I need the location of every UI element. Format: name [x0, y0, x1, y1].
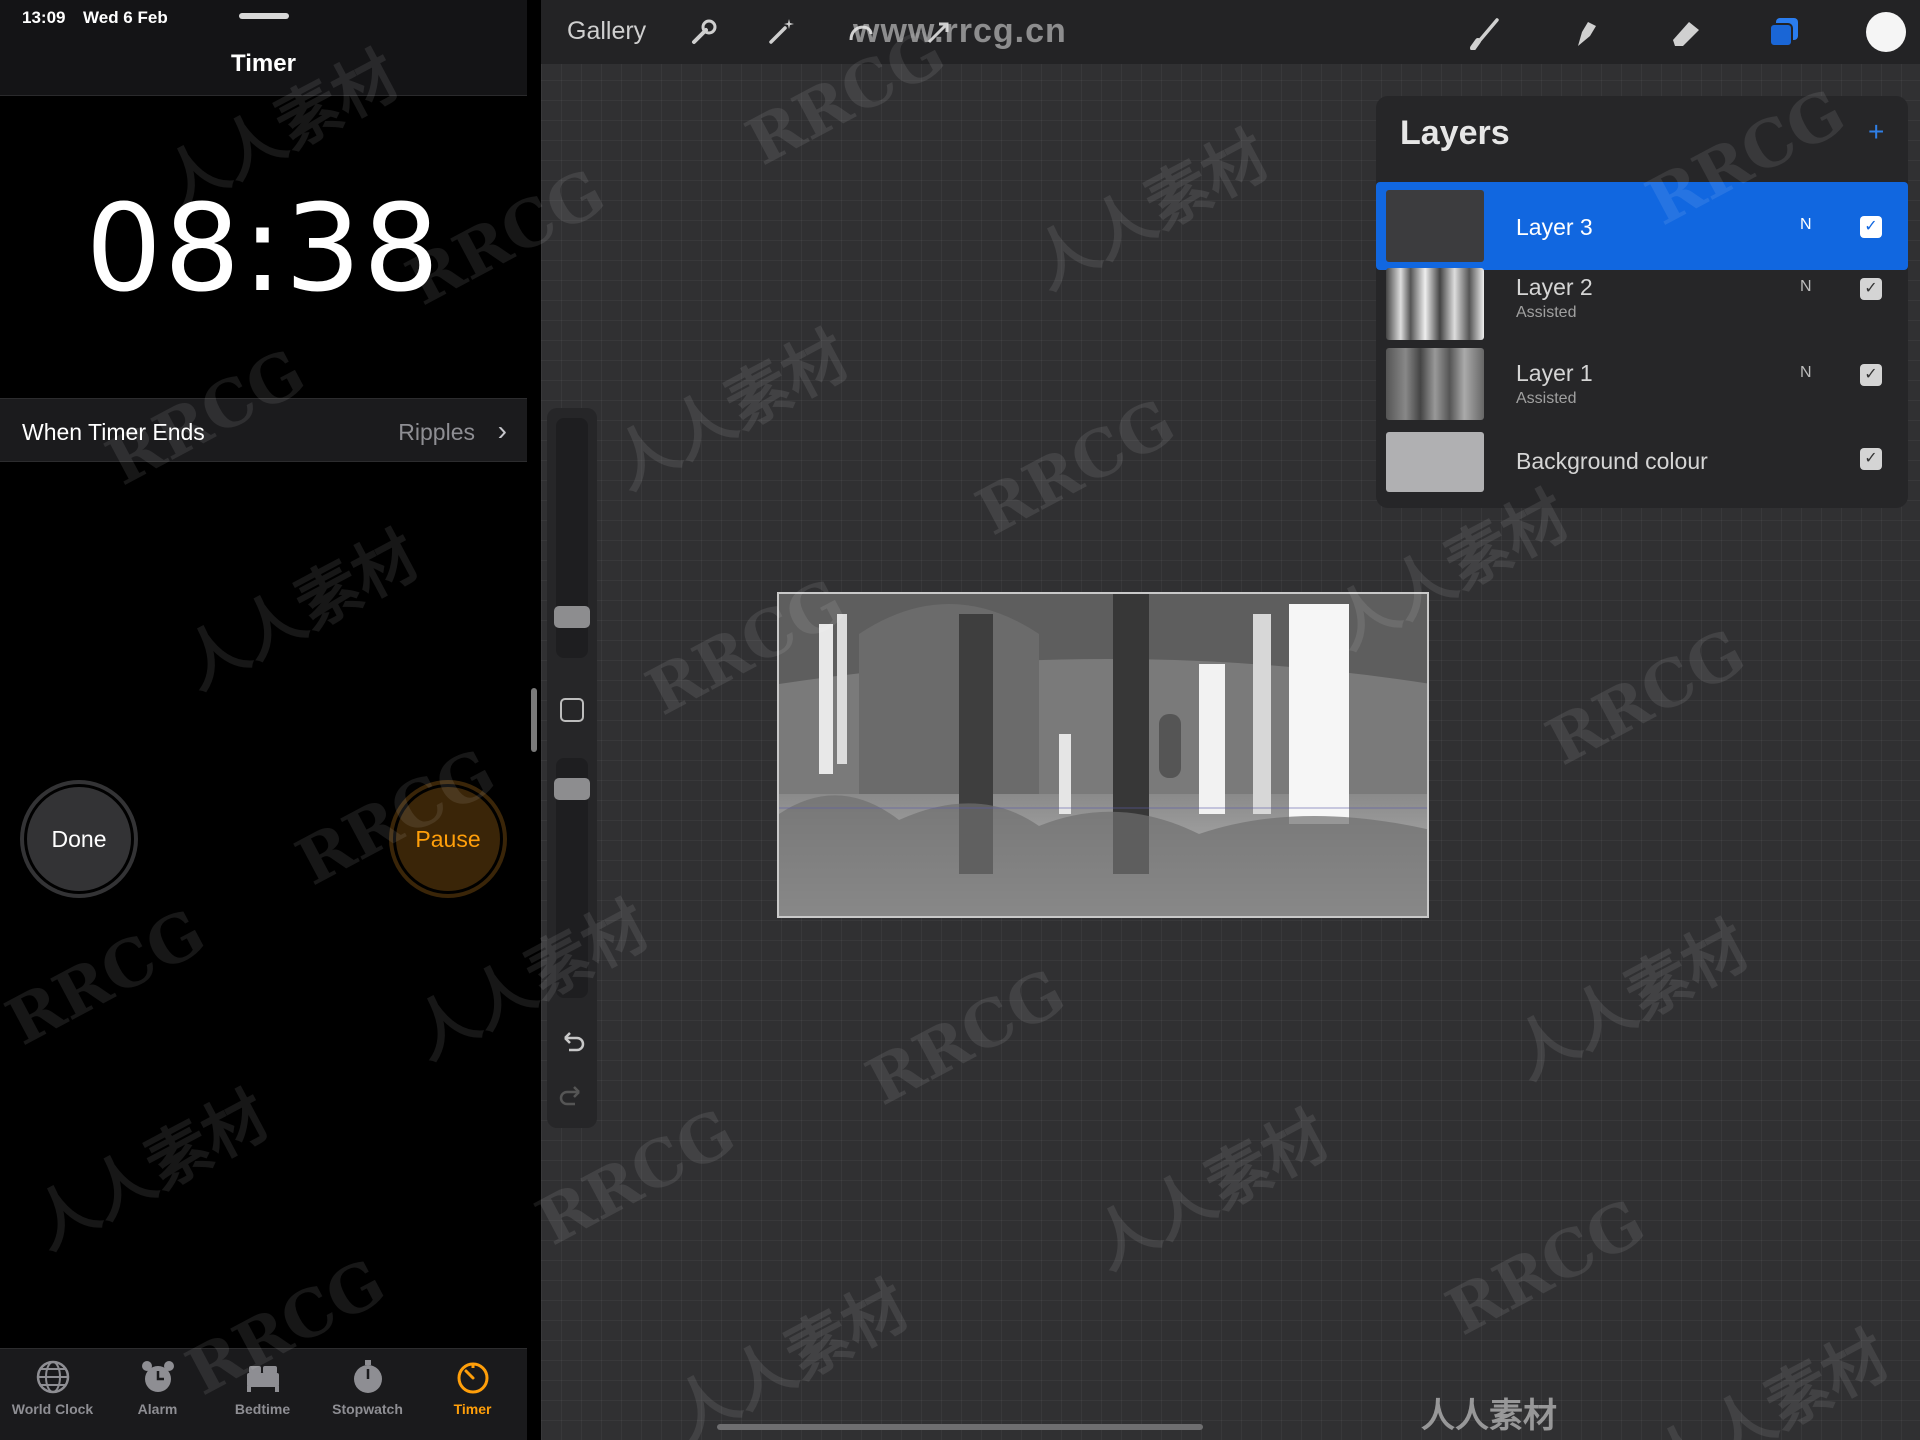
- page-title: Timer: [231, 50, 296, 77]
- brush-icon[interactable]: [1469, 14, 1505, 50]
- layer-name: Layer 2: [1516, 274, 1593, 300]
- tab-world-clock[interactable]: World Clock: [0, 1357, 105, 1417]
- modify-button[interactable]: [560, 698, 584, 722]
- opacity-handle[interactable]: [554, 778, 590, 800]
- magic-wand-icon[interactable]: [763, 14, 799, 50]
- globe-icon: [36, 1360, 69, 1394]
- layer-name: Background colour: [1516, 448, 1708, 474]
- brush-size-slider[interactable]: [554, 418, 590, 658]
- website-watermark: www.rrcg.cn: [853, 12, 1067, 50]
- split-view-handle[interactable]: [531, 688, 537, 752]
- chevron-right-icon: ›: [497, 415, 507, 446]
- countdown-display: 08:38: [85, 180, 442, 319]
- top-toolbar: Gallery www.rrcg.cn: [541, 0, 1920, 64]
- tab-bar: World Clock Alarm Bedtime Stopwatch Time…: [0, 1348, 527, 1440]
- redo-icon[interactable]: [557, 1080, 587, 1110]
- tab-timer[interactable]: Timer: [420, 1357, 525, 1417]
- alarm-clock-icon: [141, 1361, 174, 1392]
- layer-name: Layer 1: [1516, 360, 1593, 386]
- layer-visibility-checkbox[interactable]: ✓: [1860, 278, 1882, 300]
- home-indicator: [717, 1424, 1203, 1430]
- color-swatch[interactable]: [1866, 12, 1906, 52]
- layers-icon[interactable]: [1766, 14, 1802, 50]
- multitasking-grabber[interactable]: [239, 13, 289, 19]
- tab-stopwatch[interactable]: Stopwatch: [315, 1357, 420, 1417]
- smudge-icon[interactable]: [1568, 14, 1604, 50]
- layer-blend-mode[interactable]: N: [1800, 364, 1812, 382]
- layer-thumbnail: [1386, 432, 1484, 492]
- done-button-label: Done: [51, 825, 107, 852]
- add-layer-button[interactable]: +: [1868, 116, 1884, 148]
- layer-blend-mode[interactable]: N: [1800, 278, 1812, 296]
- tab-label: Alarm: [137, 1401, 178, 1417]
- undo-icon[interactable]: [557, 1026, 587, 1056]
- stopwatch-icon: [353, 1360, 382, 1393]
- bed-icon: [246, 1366, 279, 1392]
- layer-subtitle: Assisted: [1516, 304, 1577, 321]
- status-time: 13:09: [22, 8, 66, 27]
- procreate-app: Gallery www.rrcg.cn Layers + Layer 3 N ✓…: [541, 0, 1920, 1440]
- layer-row-layer-1[interactable]: Layer 1 Assisted N ✓: [1376, 340, 1908, 428]
- brush-size-handle[interactable]: [554, 606, 590, 628]
- gallery-button[interactable]: Gallery: [567, 17, 646, 46]
- pause-button[interactable]: Pause: [389, 780, 507, 898]
- wrench-icon[interactable]: [686, 14, 722, 50]
- layer-thumbnail: [1386, 190, 1484, 262]
- layer-blend-mode[interactable]: N: [1800, 216, 1812, 234]
- clock-app: 13:09 Wed 6 Feb Timer 08:38 When Timer E…: [0, 0, 527, 1440]
- layers-title: Layers: [1400, 114, 1510, 152]
- bottom-watermark: 人人素材: [1421, 1397, 1557, 1435]
- layer-visibility-checkbox[interactable]: ✓: [1860, 364, 1882, 386]
- layer-thumbnail: [1386, 268, 1484, 340]
- layers-panel: Layers + Layer 3 N ✓ Layer 2 Assisted N …: [1376, 96, 1908, 508]
- eraser-icon[interactable]: [1667, 14, 1703, 50]
- pause-button-label: Pause: [415, 825, 481, 852]
- when-timer-ends-value: Ripples: [398, 419, 475, 445]
- layer-thumbnail: [1386, 348, 1484, 420]
- tab-label: Stopwatch: [332, 1401, 403, 1417]
- tab-label: World Clock: [11, 1401, 94, 1417]
- layer-visibility-checkbox[interactable]: ✓: [1860, 448, 1882, 470]
- layer-visibility-checkbox[interactable]: ✓: [1860, 216, 1882, 238]
- drawing-canvas[interactable]: [777, 592, 1429, 918]
- when-timer-ends-row[interactable]: When Timer Ends Ripples ›: [0, 398, 527, 462]
- tab-alarm[interactable]: Alarm: [105, 1357, 210, 1417]
- layer-name: Layer 3: [1516, 214, 1593, 240]
- layer-row-layer-3[interactable]: Layer 3 N ✓: [1376, 182, 1908, 270]
- status-date: Wed 6 Feb: [83, 8, 168, 27]
- tab-label: Timer: [453, 1401, 492, 1417]
- layer-subtitle: Assisted: [1516, 390, 1577, 407]
- done-button[interactable]: Done: [20, 780, 138, 898]
- layer-row-background[interactable]: Background colour ✓: [1376, 428, 1908, 516]
- timer-icon: [457, 1362, 488, 1394]
- tab-bedtime[interactable]: Bedtime: [210, 1357, 315, 1417]
- tab-label: Bedtime: [234, 1401, 291, 1417]
- canvas-artwork: [779, 594, 1427, 916]
- left-sidebar: [547, 408, 597, 1128]
- opacity-slider[interactable]: [554, 758, 590, 998]
- when-timer-ends-label: When Timer Ends: [22, 419, 205, 445]
